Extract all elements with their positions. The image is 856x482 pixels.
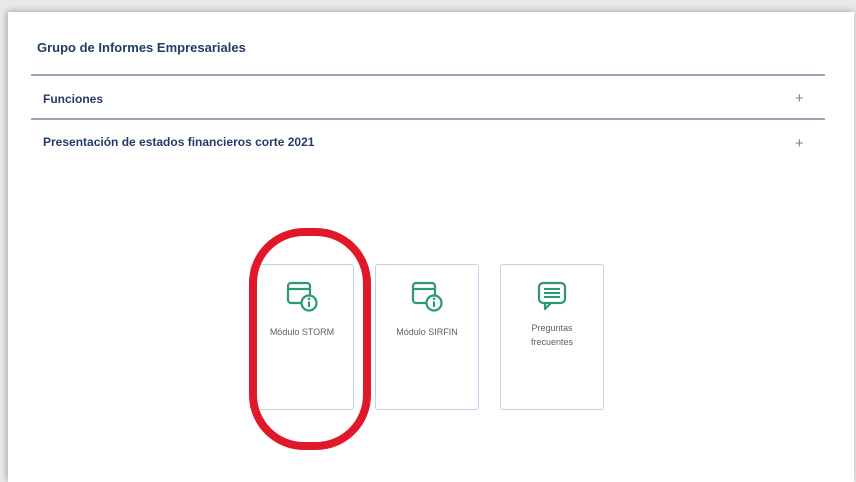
accordion-label[interactable]: Presentación de estados financieros cort… — [43, 135, 314, 149]
card-label-line1: Preguntas — [531, 323, 573, 333]
browser-info-icon — [411, 281, 443, 312]
browser-info-icon — [286, 281, 318, 312]
card-preguntas-frecuentes[interactable]: Preguntas frecuentes — [500, 264, 604, 410]
content-panel: Grupo de Informes Empresariales Funcione… — [8, 12, 854, 482]
card-label: Módulo STORM — [269, 327, 335, 337]
divider — [31, 118, 825, 120]
accordion-label[interactable]: Funciones — [43, 92, 103, 106]
expand-plus-icon[interactable]: + — [795, 136, 804, 151]
card-label-line2: frecuentes — [530, 337, 574, 347]
expand-plus-icon[interactable]: + — [795, 91, 804, 106]
group-title: Grupo de Informes Empresariales — [37, 40, 246, 55]
divider — [31, 74, 825, 76]
card-modulo-sirfin[interactable]: Módulo SIRFIN — [375, 264, 479, 410]
card-label: Módulo SIRFIN — [396, 327, 458, 337]
chat-bubble-icon — [537, 281, 567, 311]
card-modulo-storm[interactable]: Módulo STORM — [250, 264, 354, 410]
